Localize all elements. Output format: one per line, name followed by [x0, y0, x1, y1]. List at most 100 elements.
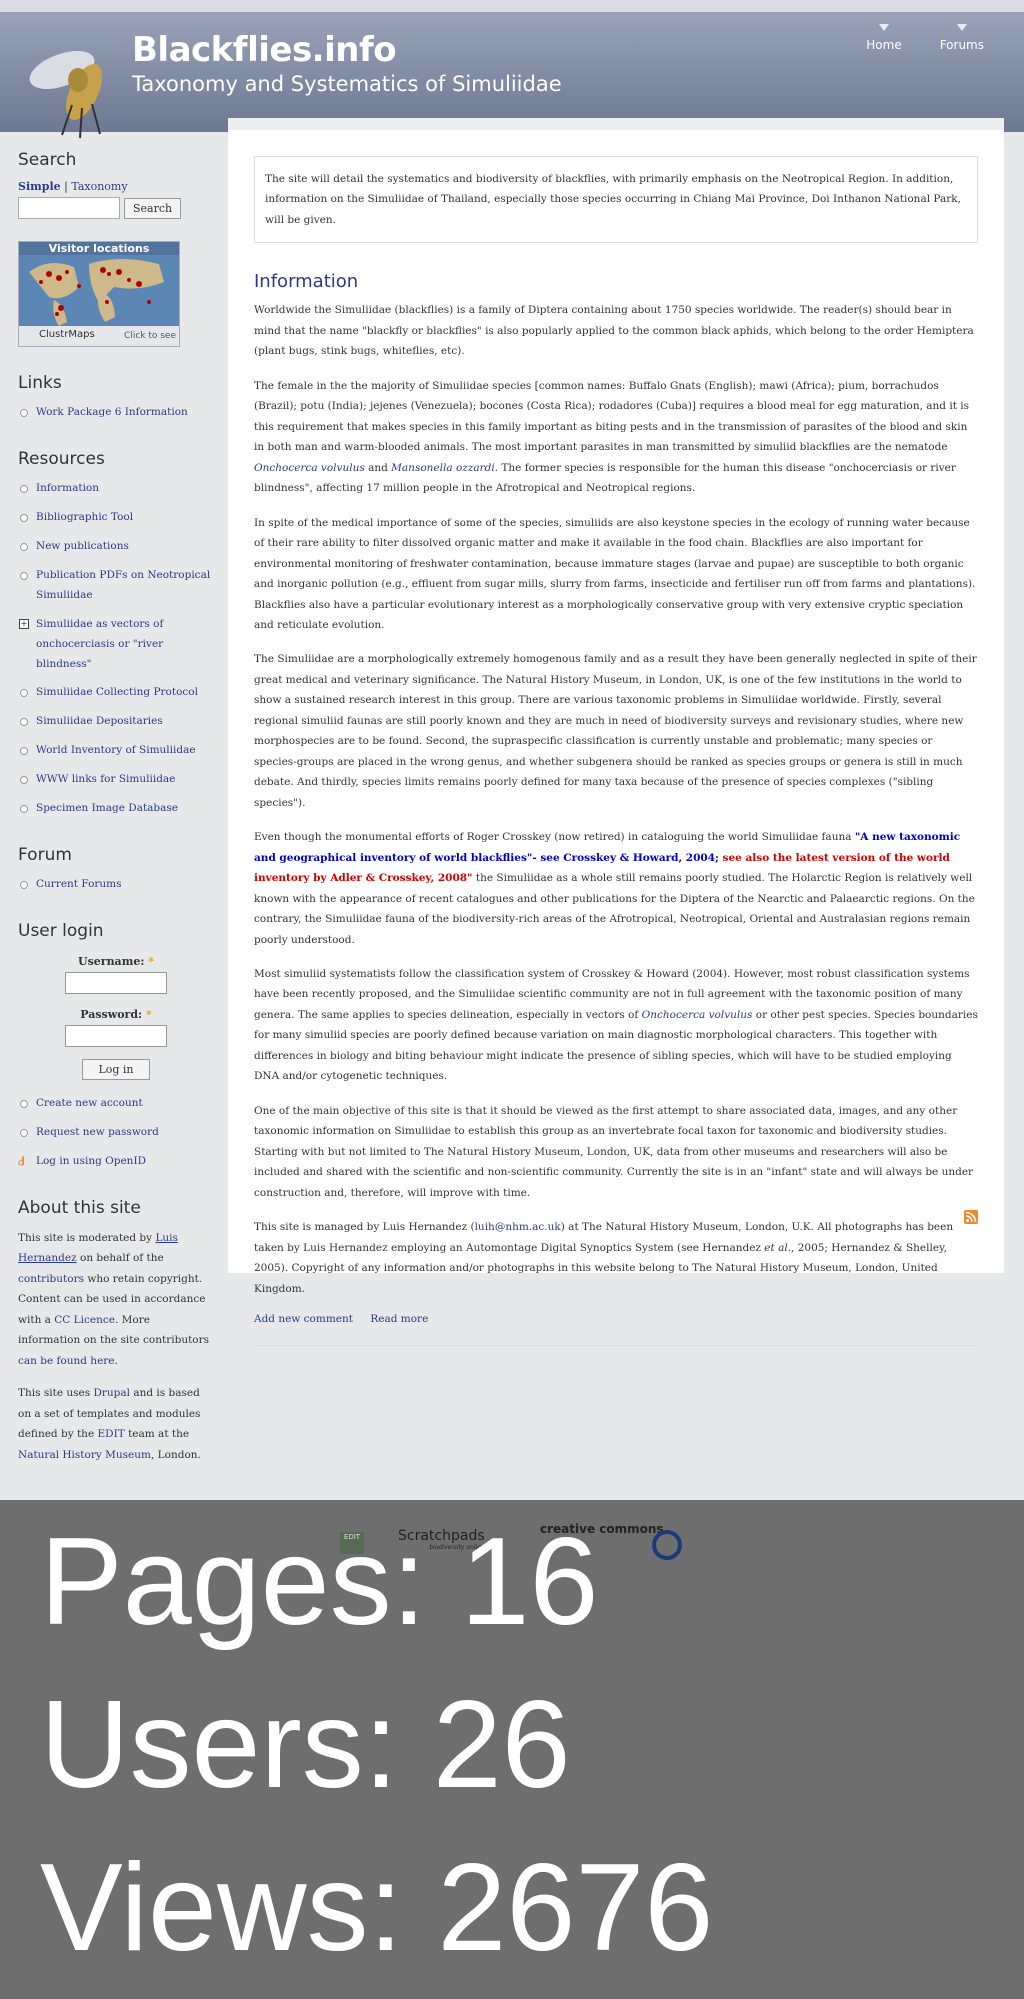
clustrmaps-brand: ClustrMaps: [39, 329, 95, 340]
username-label-text: Username:: [77, 955, 145, 969]
onchocerca-link[interactable]: Onchocerca volvulus: [254, 462, 365, 474]
menu-link-depositaries[interactable]: Simuliidae Depositaries: [36, 715, 163, 727]
nav-forums-label: Forums: [939, 38, 984, 52]
tab-separator: |: [64, 180, 68, 193]
bullet-icon: [20, 409, 28, 417]
menu-item: Simuliidae Depositaries: [18, 712, 214, 732]
et-al-text: et al.: [764, 1241, 792, 1254]
bullet-icon: [20, 805, 28, 814]
paragraph-text: and: [364, 461, 392, 474]
about-block: About this site This site is moderated b…: [18, 1198, 214, 1465]
user-login-title: User login: [18, 921, 104, 942]
menu-link-publication-pdfs[interactable]: Publication PDFs on Neotropical Simuliid…: [36, 569, 210, 601]
login-links: Create new account Request new password …: [18, 1094, 214, 1172]
paragraph-text: Even though the monumental efforts of Ro…: [254, 831, 855, 844]
node-links: Add new comment Read more: [254, 1313, 978, 1347]
nav-forums[interactable]: Forums: [940, 24, 984, 52]
contributors-link[interactable]: contributors: [18, 1273, 84, 1285]
resources-menu: Information Bibliographic Tool New publi…: [18, 479, 214, 819]
search-block-title: Search: [18, 150, 77, 170]
paragraph: In spite of the medical importance of so…: [254, 516, 976, 631]
found-here-link[interactable]: can be found here: [18, 1355, 115, 1367]
blackfly-logo-icon[interactable]: [22, 30, 132, 140]
page-title[interactable]: Information: [254, 271, 1004, 292]
email-link[interactable]: luih@nhm.ac.uk: [475, 1221, 561, 1233]
footer-stats-overlay: EDIT Scratchpads biodiversity online crea…: [0, 1500, 1024, 1999]
bullet-icon: [20, 513, 28, 522]
menu-item: Log in using OpenID: [18, 1152, 214, 1172]
menu-link-www-links[interactable]: WWW links for Simuliidae: [36, 773, 175, 785]
bullet-icon: [20, 718, 28, 727]
menu-link-information[interactable]: Information: [36, 482, 99, 494]
bullet-icon: [20, 776, 28, 785]
about-paragraph-1: This site is moderated by Luis Hernandez…: [18, 1228, 214, 1371]
site-name[interactable]: Blackflies.info: [132, 30, 397, 70]
login-button[interactable]: Log in: [82, 1059, 150, 1081]
paragraph: The female in the the majority of Simuli…: [254, 376, 978, 499]
bullet-icon: [20, 484, 28, 493]
search-input[interactable]: [18, 197, 120, 219]
menu-link-current-forums[interactable]: Current Forums: [36, 878, 122, 890]
paragraph: This site is managed by Luis Hernandez (…: [254, 1217, 978, 1299]
nav-marker-icon: [956, 24, 967, 31]
username-label: Username: *: [18, 955, 214, 968]
tab-simple[interactable]: Simple: [18, 180, 61, 193]
site-slogan: Taxonomy and Systematics of Simuliidae: [132, 72, 562, 96]
resources-block: Resources Information Bibliographic Tool…: [18, 449, 214, 819]
drupal-link[interactable]: Drupal: [93, 1387, 130, 1399]
forum-block-title: Forum: [18, 845, 72, 866]
expand-plus-icon[interactable]: +: [19, 618, 29, 629]
resources-block-title: Resources: [18, 448, 105, 469]
menu-item: Request new password: [18, 1123, 214, 1143]
menu-link-specimen-image-database[interactable]: Specimen Image Database: [36, 802, 178, 814]
links-menu: Work Package 6 Information: [18, 403, 214, 423]
user-login-block: User login Username: * Password: * Log i…: [18, 921, 214, 1172]
menu-link-world-inventory[interactable]: World Inventory of Simuliidae: [36, 744, 196, 756]
about-text: This site is moderated by: [18, 1231, 156, 1244]
bullet-icon: [20, 571, 28, 580]
mission-box: The site will detail the systematics and…: [254, 156, 978, 244]
request-password-link[interactable]: Request new password: [36, 1126, 159, 1138]
username-field[interactable]: [65, 972, 167, 995]
menu-item: Information: [18, 479, 214, 499]
about-text: , London.: [150, 1448, 201, 1461]
add-comment-link[interactable]: Add new comment: [254, 1313, 353, 1325]
menu-link-collecting-protocol[interactable]: Simuliidae Collecting Protocol: [36, 686, 198, 698]
cc-licence-link[interactable]: CC Licence: [54, 1314, 115, 1326]
paragraph-text: The female in the the majority of Simuli…: [254, 379, 970, 454]
menu-link-new-publications[interactable]: New publications: [36, 540, 129, 552]
about-block-title: About this site: [18, 1197, 141, 1218]
menu-link-vectors[interactable]: Simuliidae as vectors of onchocerciasis …: [36, 618, 163, 670]
main-content: The site will detail the systematics and…: [228, 118, 1004, 1347]
openid-login-link[interactable]: Log in using OpenID: [36, 1155, 146, 1167]
forum-menu: Current Forums: [18, 875, 214, 895]
password-field[interactable]: [65, 1025, 167, 1048]
paragraph: Worldwide the Simuliidae (blackflies) is…: [254, 304, 974, 358]
menu-link-work-package-6[interactable]: Work Package 6 Information: [36, 406, 188, 418]
edit-link[interactable]: EDIT: [98, 1428, 125, 1440]
menu-link-bibliographic-tool[interactable]: Bibliographic Tool: [36, 511, 133, 523]
bullet-icon: [20, 1100, 28, 1109]
bullet-icon: [20, 1129, 28, 1137]
nav-home[interactable]: Home: [866, 24, 902, 52]
search-button[interactable]: Search: [124, 197, 182, 219]
paragraph: Even though the monumental efforts of Ro…: [254, 827, 978, 950]
clustrmaps-cta[interactable]: Click to see: [124, 331, 176, 341]
rss-feed-icon[interactable]: [964, 1210, 978, 1224]
nhm-link[interactable]: Natural History Museum: [18, 1449, 151, 1461]
mansonella-link[interactable]: Mansonella ozzardi: [391, 462, 495, 474]
menu-item: Current Forums: [18, 875, 214, 895]
circle-logo-icon[interactable]: [652, 1530, 682, 1560]
about-text: on behalf of the: [76, 1252, 164, 1265]
create-account-link[interactable]: Create new account: [36, 1097, 143, 1109]
menu-item: + Simuliidae as vectors of onchocerciasis…: [18, 615, 214, 675]
links-block-title: Links: [18, 373, 62, 393]
tab-taxonomy[interactable]: Taxonomy: [71, 180, 127, 193]
read-more-link[interactable]: Read more: [370, 1313, 428, 1325]
onchocerca-link[interactable]: Onchocerca volvulus: [642, 1009, 753, 1021]
visitor-locations-map[interactable]: Visitor locations ClustrMaps Click to se…: [18, 241, 180, 347]
search-form: Search: [18, 197, 214, 219]
menu-item: Work Package 6 Information: [18, 403, 214, 423]
clustrmaps-bar: ClustrMaps Click to see: [19, 326, 179, 346]
search-tabs: Simple | Taxonomy: [18, 180, 214, 193]
